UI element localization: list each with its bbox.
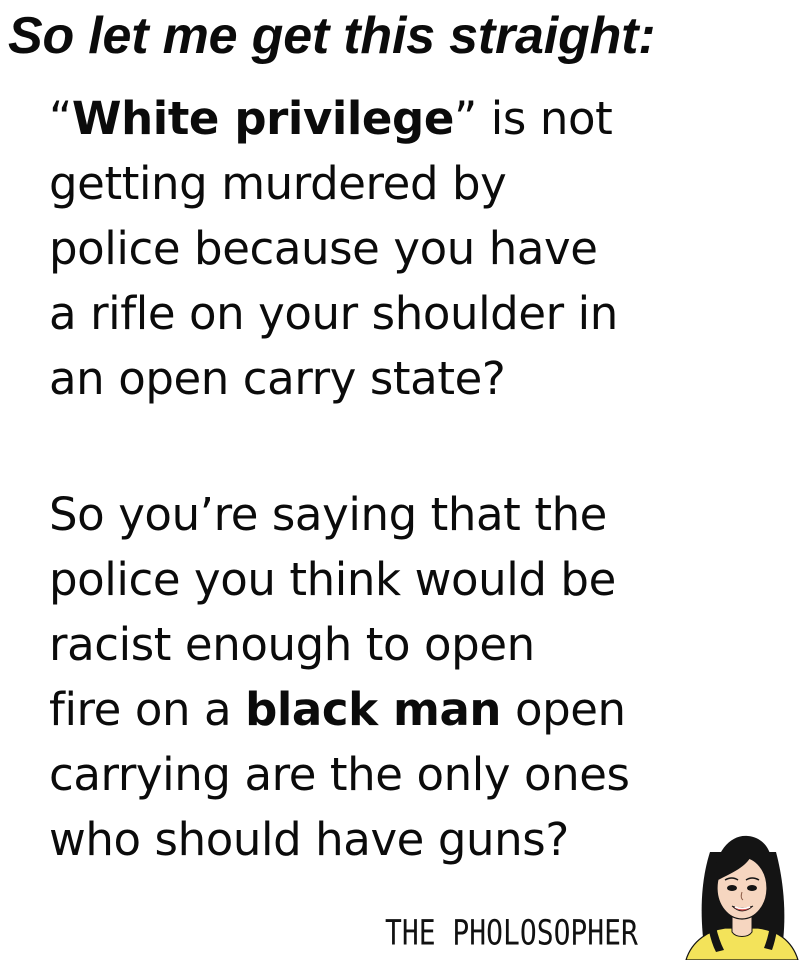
line-4-post: open (501, 683, 626, 736)
paragraph-2-line-1: So you’re saying that the (49, 488, 607, 541)
paragraph-2: So you’re saying that the police you thi… (49, 482, 630, 872)
paragraph-1-line-3: police because you have (49, 222, 598, 275)
paragraph-1: “White privilege” is not getting murdere… (49, 86, 618, 411)
paragraph-2-line-2: police you think would be (49, 553, 616, 606)
bold-term-white-privilege: White privilege (71, 92, 454, 145)
cartoon-woman-avatar-icon (685, 835, 799, 960)
bold-term-black-man: black man (245, 683, 502, 736)
right-eye (747, 885, 757, 891)
close-quote-rest: ” is not (453, 92, 613, 145)
paragraph-1-line-1: “White privilege” is not (49, 86, 618, 151)
paragraph-2-line-4: fire on a black man open (49, 677, 630, 742)
headline: So let me get this straight: (8, 7, 656, 65)
paragraph-1-line-4: a rifle on your shoulder in (49, 287, 618, 340)
left-eye (727, 885, 737, 891)
meme-image: So let me get this straight: “White priv… (0, 0, 801, 960)
paragraph-2-line-6: who should have guns? (49, 813, 569, 866)
open-quote: “ (49, 92, 72, 145)
paragraph-2-line-5: carrying are the only ones (49, 748, 630, 801)
paragraph-1-line-5: an open carry state? (49, 352, 506, 405)
paragraph-2-line-3: racist enough to open (49, 618, 535, 671)
line-4-pre: fire on a (49, 683, 246, 736)
signature: THE PHOLOSOPHER (385, 911, 638, 953)
paragraph-1-line-2: getting murdered by (49, 157, 507, 210)
